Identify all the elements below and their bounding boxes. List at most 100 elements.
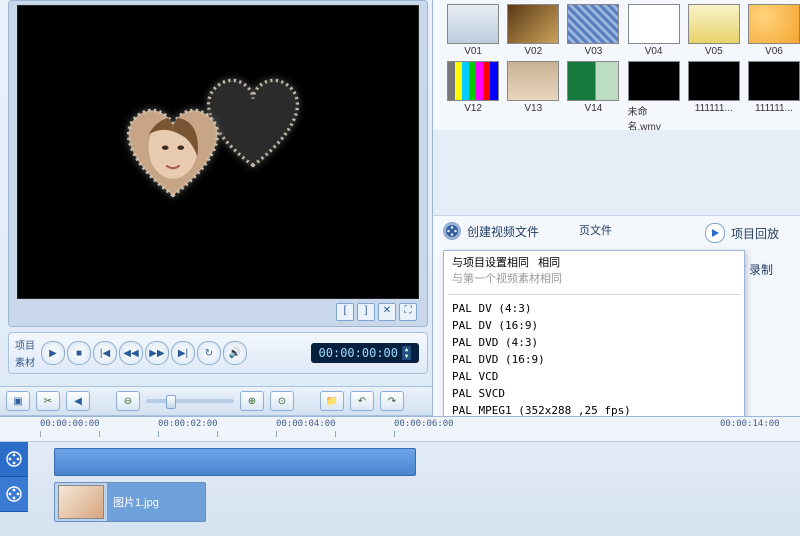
preview-marker-controls: [ ] ✕ ⛶ [336, 303, 417, 321]
sound-button[interactable]: 🔊 [223, 341, 247, 365]
video-clip[interactable]: 图片1.jpg [54, 482, 206, 522]
track-headers [0, 442, 28, 512]
stop-button[interactable]: ■ [67, 341, 91, 365]
project-tab[interactable]: 项目 [15, 337, 35, 352]
menu-separator [448, 294, 740, 295]
go-start-button[interactable]: |◀ [93, 341, 117, 365]
undo-button[interactable]: ↶ [350, 391, 374, 411]
library-item[interactable]: 111111... [748, 61, 800, 130]
library-thumbnail [748, 61, 800, 101]
library-item-label: V13 [524, 103, 542, 114]
track-header-video-icon[interactable] [0, 442, 28, 477]
timecode-up[interactable]: ▲ [402, 346, 411, 353]
library-item-label: V14 [585, 103, 603, 114]
create-video-file-button[interactable]: 创建视频文件 [443, 222, 539, 240]
library-thumbnail [447, 61, 499, 101]
zoom-out-button[interactable]: ⊖ [116, 391, 140, 411]
library-item-label: V04 [645, 46, 663, 57]
ruler-tick-label: 00:00:00:00 [40, 419, 100, 429]
storyboard-button[interactable]: ▣ [6, 391, 30, 411]
library-item-label: V12 [464, 103, 482, 114]
prev-frame-button[interactable]: ◀◀ [119, 341, 143, 365]
fullscreen-button[interactable]: ⛶ [399, 303, 417, 321]
library-item[interactable]: 未命名.wmv [628, 61, 680, 130]
library-thumbnail [628, 4, 680, 44]
library-thumbnail [748, 4, 800, 44]
library-item-label: 未命名.wmv [628, 103, 680, 130]
mark-out-button[interactable]: ] [357, 303, 375, 321]
clip-label: 图片1.jpg [107, 483, 205, 521]
project-playback-label: 项目回放 [731, 225, 779, 242]
zoom-fit-button[interactable]: ⊙ [270, 391, 294, 411]
library-item-label: V01 [464, 46, 482, 57]
disc-partial-label: 页文件 [579, 222, 612, 240]
timeline-panel: 00:00:00:00 00:00:02:00 00:00:04:00 00:0… [0, 416, 800, 536]
menu-item[interactable]: PAL DVD (16:9) [444, 351, 744, 368]
play-button[interactable]: ▶ [41, 341, 65, 365]
overlay-track-region[interactable] [54, 448, 416, 476]
redo-button[interactable]: ↷ [380, 391, 404, 411]
menu-item[interactable]: PAL DV (4:3) [444, 300, 744, 317]
library-item[interactable]: V03 [567, 4, 619, 57]
reel-icon [443, 222, 461, 240]
menu-top-section: 与项目设置相同 相同 与第一个视频素材相同 [444, 251, 744, 291]
preview-mode-tabs: 项目 素材 [9, 337, 41, 369]
library-thumbnail [447, 4, 499, 44]
track-header-visibility-icon[interactable] [0, 477, 28, 512]
ruler-tick-label: 00:00:02:00 [158, 419, 218, 429]
library-item[interactable]: V04 [628, 4, 680, 57]
library-item[interactable]: V12 [447, 61, 499, 130]
library-row-2: V12 V13 V14 未命名.wmv 111111... 111111... [433, 57, 800, 130]
zoom-thumb[interactable] [166, 395, 176, 409]
menu-item[interactable]: PAL DVD (4:3) [444, 334, 744, 351]
zoom-in-button[interactable]: ⊕ [240, 391, 264, 411]
menu-item[interactable]: PAL VCD [444, 368, 744, 385]
library-item-label: V06 [765, 46, 783, 57]
go-end-button[interactable]: ▶| [171, 341, 195, 365]
library-item-label: V05 [705, 46, 723, 57]
audio-view-button[interactable]: ◀ [66, 391, 90, 411]
mark-in-button[interactable]: [ [336, 303, 354, 321]
library-item[interactable]: 111111... [688, 61, 740, 130]
menu-item[interactable]: PAL SVCD [444, 385, 744, 402]
timecode-value: 00:00:00:00 [319, 346, 398, 360]
library-item[interactable]: V01 [447, 4, 499, 57]
library-thumbnail [507, 61, 559, 101]
library-item-label: 111111... [695, 103, 733, 114]
library-item[interactable]: V02 [507, 4, 559, 57]
open-folder-button[interactable]: 📁 [320, 391, 344, 411]
ruler-tick-label: 00:00:04:00 [276, 419, 336, 429]
library-thumbnail [688, 4, 740, 44]
preview-video[interactable] [17, 5, 419, 299]
library-spacer [432, 130, 800, 215]
timeline-ruler[interactable]: 00:00:00:00 00:00:02:00 00:00:04:00 00:0… [0, 417, 800, 442]
library-item[interactable]: V13 [507, 61, 559, 130]
library-item[interactable]: V14 [567, 61, 619, 130]
create-video-label: 创建视频文件 [467, 223, 539, 240]
transport-controls: ▶ ■ |◀ ◀◀ ▶▶ ▶| ↻ 🔊 [41, 341, 247, 365]
library-thumbnail [567, 4, 619, 44]
library-item[interactable]: V05 [688, 4, 740, 57]
project-playback-button[interactable]: 项目回放 [705, 223, 779, 243]
timecode-spinner: ▲ ▼ [402, 346, 411, 360]
loop-button[interactable]: ↻ [197, 341, 221, 365]
split-button[interactable]: ✕ [378, 303, 396, 321]
timecode-down[interactable]: ▼ [402, 353, 411, 360]
timeline-tracks: 图片1.jpg [0, 442, 800, 512]
play-icon [705, 223, 725, 243]
timeline-button[interactable]: ✂ [36, 391, 60, 411]
timecode-display[interactable]: 00:00:00:00 ▲ ▼ [311, 343, 419, 363]
material-tab[interactable]: 素材 [15, 354, 35, 369]
library-thumbnail [688, 61, 740, 101]
heart-shape-left [113, 101, 233, 201]
preview-content [113, 71, 313, 221]
zoom-slider[interactable] [146, 399, 234, 403]
menu-same-project[interactable]: 与项目设置相同 相同 [452, 255, 736, 271]
timeline-toolbar: ▣ ✂ ◀ ⊖ ⊕ ⊙ 📁 ↶ ↷ [0, 386, 444, 416]
library-item[interactable]: V06 [748, 4, 800, 57]
track-body[interactable]: 图片1.jpg [28, 442, 800, 512]
next-frame-button[interactable]: ▶▶ [145, 341, 169, 365]
clip-thumbnail [58, 485, 104, 519]
menu-item[interactable]: PAL DV (16:9) [444, 317, 744, 334]
library-item-label: V02 [524, 46, 542, 57]
